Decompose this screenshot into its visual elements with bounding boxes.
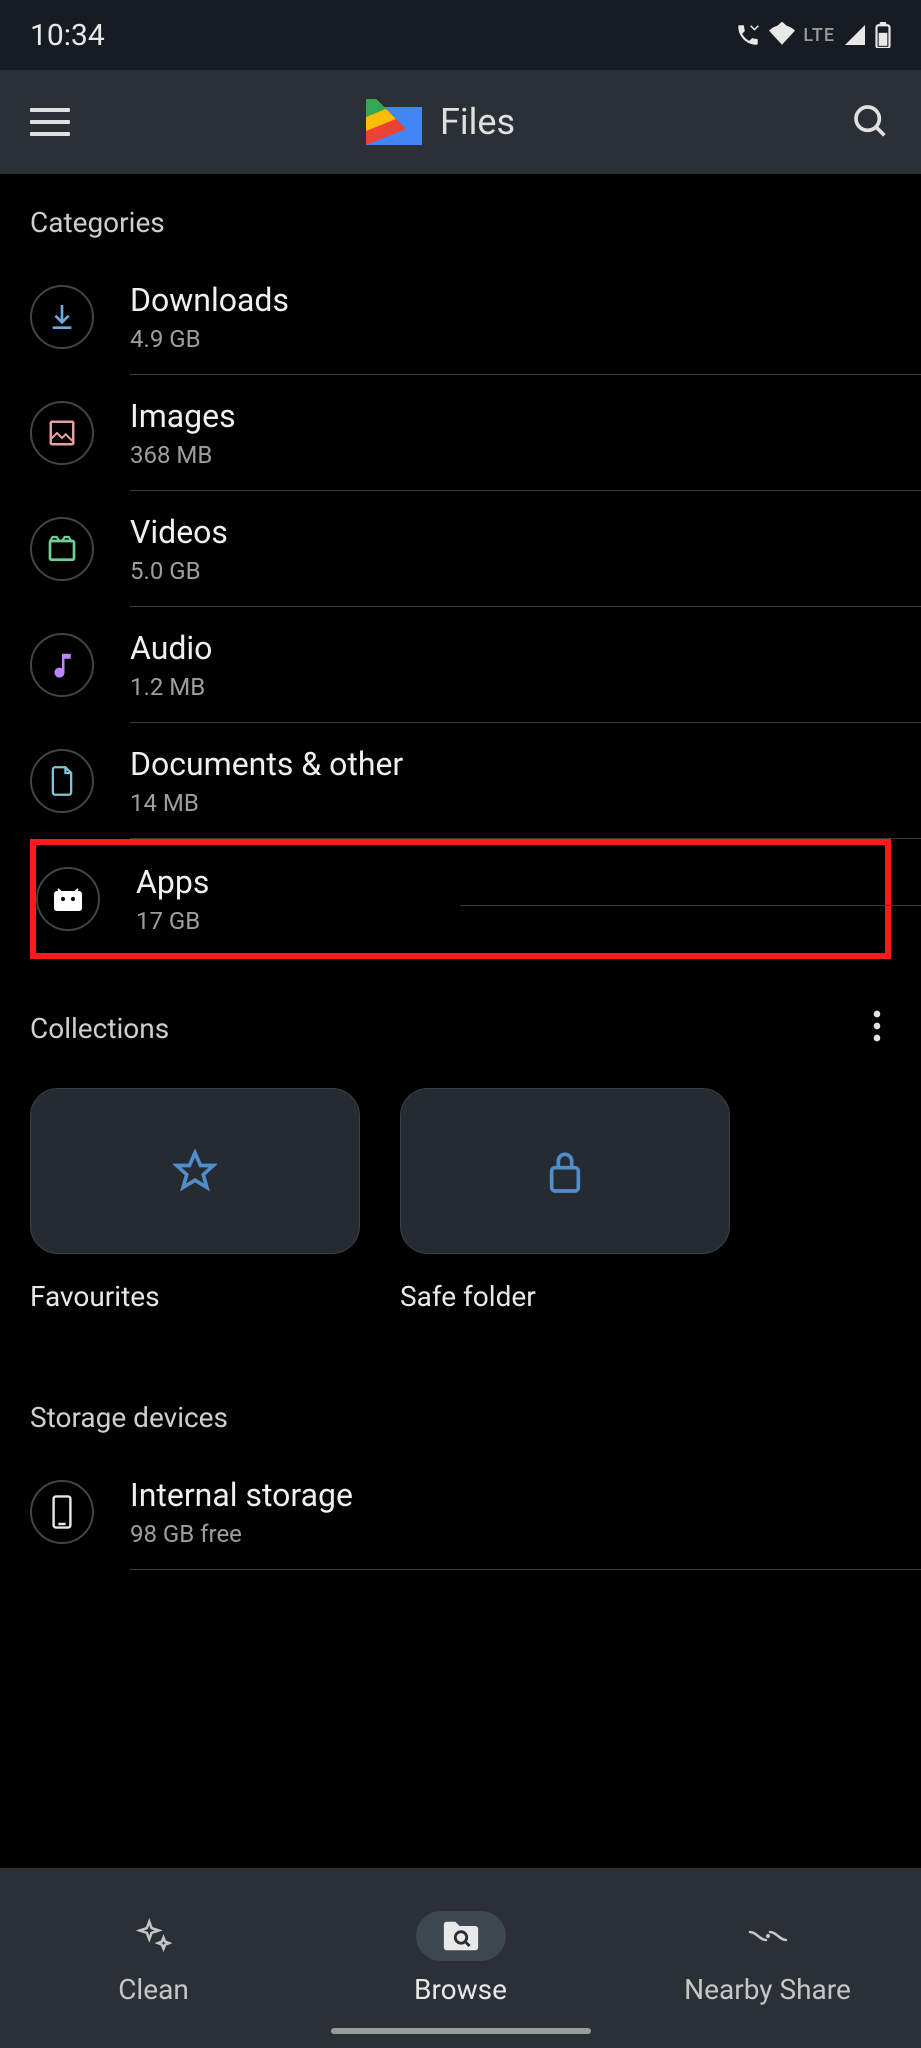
signal-icon [843,23,867,47]
app-title: Files [440,101,515,143]
category-documents[interactable]: Documents & other 14 MB [0,723,921,839]
category-size: 1.2 MB [130,673,212,701]
collections-more-button[interactable] [863,1000,891,1056]
main-content: Categories Downloads 4.9 GB Images 368 M… [0,174,921,1868]
wifi-icon [769,22,795,48]
image-icon [30,401,94,465]
category-size: 14 MB [130,789,403,817]
app-title-group: Files [30,99,851,145]
network-type: LTE [803,25,835,46]
battery-icon [875,22,891,48]
more-vert-icon [873,1010,881,1042]
safe-folder-label: Safe folder [400,1280,730,1313]
apps-highlight: Apps 17 GB [30,839,891,959]
category-size: 4.9 GB [130,325,289,353]
collections-grid: Favourites Safe folder [0,1080,921,1313]
storage-label: Storage devices [0,1369,921,1454]
video-icon [30,517,94,581]
category-apps[interactable]: Apps 17 GB [36,845,885,953]
category-images[interactable]: Images 368 MB [0,375,921,491]
nav-nearby[interactable]: Nearby Share [614,1868,921,2048]
internal-storage[interactable]: Internal storage 98 GB free [0,1454,921,1570]
category-size: 5.0 GB [130,557,228,585]
favourites-label: Favourites [30,1280,360,1313]
nav-browse[interactable]: Browse [307,1868,614,2048]
nav-label: Clean [118,1973,189,2006]
collections-label: Collections [30,1012,169,1045]
search-icon [851,102,891,142]
categories-label: Categories [0,174,921,259]
files-app-icon [366,99,422,145]
wifi-calling-icon [735,22,761,48]
home-indicator[interactable] [331,2028,591,2034]
storage-title: Internal storage [130,1476,353,1514]
nav-clean[interactable]: Clean [0,1868,307,2048]
category-audio[interactable]: Audio 1.2 MB [0,607,921,723]
category-title: Documents & other [130,745,403,783]
category-size: 17 GB [136,907,209,935]
nav-label: Nearby Share [684,1973,851,2006]
category-title: Downloads [130,281,289,319]
lock-icon [545,1147,585,1195]
status-icons: LTE [735,22,891,48]
search-button[interactable] [851,102,891,142]
phone-icon [30,1480,94,1544]
collections-header: Collections [0,960,921,1080]
safe-folder-card: Safe folder [400,1088,730,1313]
nearby-share-icon [746,1924,790,1948]
nav-label: Browse [414,1973,507,2006]
status-bar: 10:34 LTE [0,0,921,70]
folder-search-icon [441,1918,481,1954]
storage-sub: 98 GB free [130,1520,353,1548]
apps-icon [36,867,100,931]
category-title: Videos [130,513,228,551]
safe-folder-tile[interactable] [400,1088,730,1254]
document-icon [30,749,94,813]
category-downloads[interactable]: Downloads 4.9 GB [0,259,921,375]
category-title: Audio [130,629,212,667]
category-size: 368 MB [130,441,236,469]
category-videos[interactable]: Videos 5.0 GB [0,491,921,607]
favourites-tile[interactable] [30,1088,360,1254]
audio-icon [30,633,94,697]
category-title: Images [130,397,236,435]
favourites-card: Favourites [30,1088,360,1313]
bottom-nav: Clean Browse Nearby Share [0,1868,921,2048]
category-title: Apps [136,863,209,901]
star-icon [173,1149,217,1193]
status-time: 10:34 [30,18,105,53]
sparkle-icon [135,1917,173,1955]
download-icon [30,285,94,349]
app-bar: Files [0,70,921,174]
